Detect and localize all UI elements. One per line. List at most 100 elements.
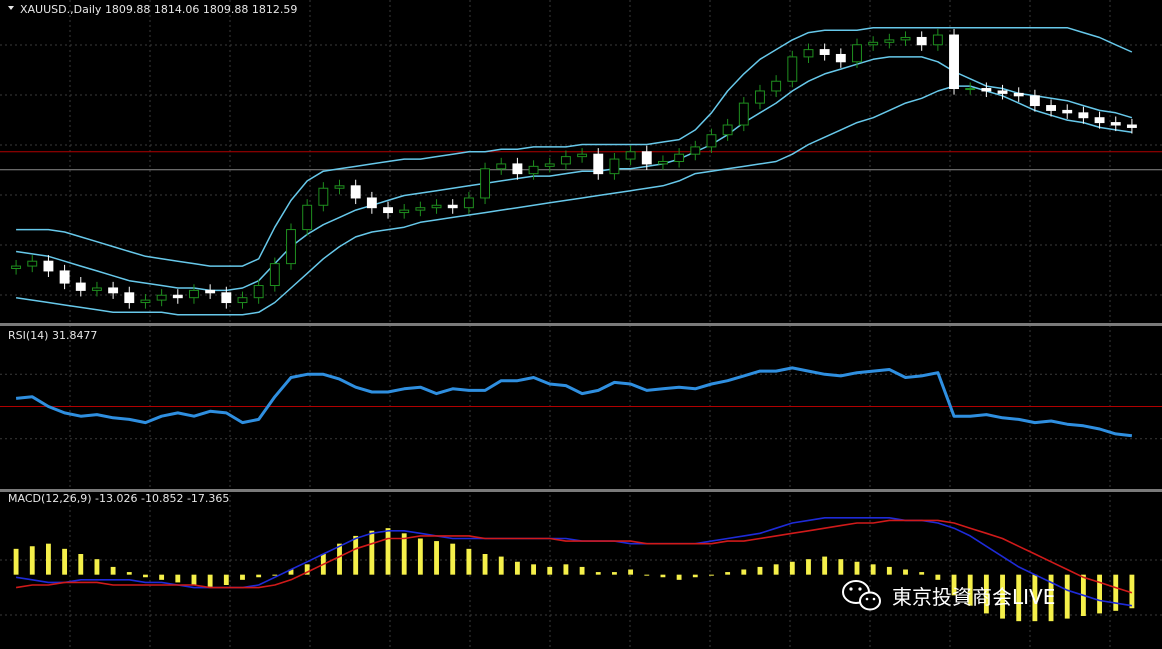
candle-body — [269, 263, 280, 287]
candle-body — [884, 39, 895, 43]
candle-body — [981, 88, 992, 92]
candle-body — [1046, 105, 1057, 111]
price-panel[interactable] — [0, 26, 1162, 316]
candle-body — [609, 158, 620, 175]
macd-histogram-bar — [886, 566, 892, 575]
candle-body — [366, 197, 377, 209]
candle-body — [544, 163, 555, 167]
rsi-panel-header: RSI(14) 31.8477 — [8, 329, 97, 342]
candle-body — [302, 204, 313, 231]
macd-histogram-bar — [563, 564, 569, 575]
candle-body — [237, 297, 248, 304]
macd-histogram-bar — [579, 566, 585, 575]
candle-body — [1062, 109, 1073, 114]
candle-body — [463, 197, 474, 209]
candle-body — [1126, 124, 1137, 128]
candle-body — [771, 80, 782, 92]
candle-body — [868, 41, 879, 46]
macd-histogram-bar — [143, 574, 148, 578]
candle-body — [1078, 112, 1089, 119]
macd-histogram-bar — [773, 564, 779, 575]
macd-histogram-bar — [854, 561, 860, 575]
watermark: 東京投資商会LIVE — [842, 580, 1055, 611]
candle-body — [1029, 95, 1040, 107]
macd-histogram-bar — [434, 541, 439, 575]
macd-histogram-bar — [256, 574, 262, 578]
candle-body — [350, 185, 361, 199]
candle-body — [1094, 117, 1105, 124]
candle-body — [593, 153, 604, 175]
candle-body — [11, 265, 22, 269]
candle-body — [205, 289, 216, 294]
candle-body — [965, 88, 976, 91]
macd-histogram-bar — [29, 546, 35, 575]
candle-body — [512, 163, 523, 175]
macd-histogram-bar — [676, 574, 682, 580]
macd-histogram-bar — [353, 535, 359, 575]
candle-body — [819, 49, 830, 55]
macd-histogram-bar — [628, 569, 634, 575]
macd-histogram-bar — [191, 574, 197, 585]
macd-histogram-bar — [757, 566, 763, 575]
macd-histogram-bar — [46, 543, 51, 575]
candle-body — [447, 204, 458, 209]
macd-histogram-bar — [919, 572, 925, 575]
candle-body — [803, 49, 814, 58]
macd-histogram-bar — [644, 574, 650, 576]
candle-body — [738, 102, 749, 126]
macd-histogram-bar — [935, 574, 941, 580]
candle-body — [334, 185, 345, 189]
macd-histogram-bar — [692, 574, 698, 578]
candle-body — [949, 34, 959, 90]
macd-histogram-bar — [612, 572, 617, 575]
candle-body — [59, 270, 70, 284]
rsi-line — [15, 366, 1133, 438]
candle-body — [480, 168, 491, 199]
candle-body — [528, 165, 539, 175]
candle-body — [431, 204, 442, 209]
candle-body — [835, 53, 846, 63]
candle-body — [852, 44, 862, 63]
candle-body — [27, 260, 38, 267]
macd-histogram-bar — [1064, 574, 1070, 619]
macd-histogram-bar — [789, 561, 795, 575]
macd-histogram-bar — [1097, 574, 1102, 614]
macd-histogram-bar — [110, 566, 116, 575]
candle-body — [91, 287, 102, 291]
candle-body — [900, 36, 911, 41]
macd-histogram-bar — [78, 554, 84, 575]
chart-canvas: XAUUSD.,Daily 1809.88 1814.06 1809.88 18… — [0, 0, 1162, 649]
macd-histogram-bar — [547, 566, 553, 575]
candle-body — [1110, 122, 1121, 126]
candle-body — [140, 299, 151, 304]
macd-histogram-bar — [94, 559, 100, 575]
macd-histogram-bar — [741, 569, 747, 575]
collapse-arrow-icon[interactable] — [8, 6, 14, 10]
candle-body — [399, 209, 410, 214]
panel-separators[interactable] — [0, 323, 1162, 492]
macd-histogram-bar — [62, 548, 68, 575]
watermark-text: 東京投資商会LIVE — [892, 585, 1055, 609]
candle-body — [221, 292, 232, 304]
rsi-panel[interactable] — [0, 366, 1162, 440]
macd-histogram-bar — [385, 528, 391, 575]
macd-histogram-bar — [13, 548, 19, 575]
candle-body — [43, 260, 54, 272]
candle-body — [253, 285, 264, 299]
candle-body — [932, 34, 943, 46]
macd-histogram-bar — [450, 543, 456, 575]
macd-signal-line — [15, 519, 1133, 594]
macd-histogram-bar — [401, 533, 407, 575]
macd-histogram-bar — [806, 559, 811, 575]
candle-body — [577, 153, 588, 158]
macd-histogram-bar — [337, 543, 342, 575]
candle-body — [156, 294, 167, 301]
macd-histogram-bar — [903, 569, 908, 575]
macd-histogram-bar — [159, 574, 165, 580]
candle-body — [496, 163, 507, 170]
panel-separator — [0, 323, 1162, 326]
macd-histogram-bar — [595, 572, 601, 575]
candle-body — [997, 90, 1008, 94]
candle-body — [318, 187, 329, 206]
candle-body — [286, 229, 296, 265]
